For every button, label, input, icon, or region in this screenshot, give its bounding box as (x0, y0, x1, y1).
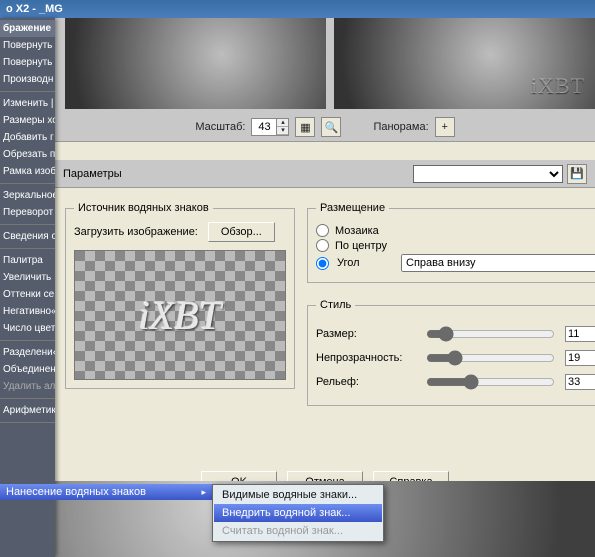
parameters-bar: Параметры 💾 (55, 160, 595, 188)
source-fieldset: Источник водяных знаков Загрузить изобра… (65, 202, 295, 389)
menu-item[interactable]: Негативно« (0, 303, 55, 320)
source-legend: Источник водяных знаков (74, 202, 213, 214)
preset-select[interactable] (413, 165, 563, 183)
submenu-read-watermark: Считать водяной знак... (214, 522, 382, 540)
preview-before (65, 18, 326, 109)
menu-item[interactable]: Переворот (0, 204, 55, 221)
menu-separator (0, 422, 55, 423)
watermark-preview: iXBT (74, 250, 286, 380)
relief-label: Рельеф: (316, 376, 416, 388)
scale-label: Масштаб: (195, 121, 245, 133)
preview-watermark-text: iXBT (531, 73, 585, 99)
watermark-preview-text: iXBT (139, 292, 221, 339)
title-bar: o X2 - _MG (0, 0, 595, 18)
menu-separator (0, 224, 55, 225)
menu-item-disabled: Удалить ал (0, 378, 55, 395)
relief-slider[interactable] (426, 374, 555, 390)
parameters-label: Параметры (63, 168, 122, 180)
scale-input[interactable] (252, 119, 276, 135)
placement-legend: Размещение (316, 202, 389, 214)
image-menu: бражение Повернуть Повернуть Производн И… (0, 18, 55, 557)
scale-step-buttons[interactable]: ▴▾ (276, 119, 288, 135)
save-icon[interactable]: 💾 (567, 164, 587, 184)
menu-item[interactable]: Зеркальное (0, 187, 55, 204)
scale-spinner[interactable]: ▴▾ (251, 118, 289, 136)
load-label: Загрузить изображение: (74, 226, 198, 238)
menu-item[interactable]: Размеры хо (0, 112, 55, 129)
size-slider[interactable] (426, 326, 555, 342)
opacity-label: Непрозрачность: (316, 352, 416, 364)
opacity-slider[interactable] (426, 350, 555, 366)
placement-corner-label: Угол (337, 257, 393, 269)
placement-mosaic-radio[interactable] (316, 224, 329, 237)
style-legend: Стиль (316, 299, 355, 311)
placement-center-radio[interactable] (316, 239, 329, 252)
panorama-label: Панорама: (373, 121, 428, 133)
title-text: o X2 - _MG (6, 3, 63, 15)
menu-item[interactable]: Увеличить (0, 269, 55, 286)
menu-item-watermarks[interactable]: Нанесение водяных знаков (0, 484, 212, 500)
placement-corner-radio[interactable] (316, 257, 329, 270)
submenu-embed-watermark[interactable]: Внедрить водяной знак... (214, 504, 382, 522)
zoom-toolbar: Масштаб: ▴▾ ▦ 🔍 Панорама: + (55, 117, 595, 137)
menu-item[interactable]: Добавить г (0, 129, 55, 146)
menu-item[interactable]: Оттенки се (0, 286, 55, 303)
corner-select[interactable]: Справа внизу (401, 254, 595, 272)
menu-separator (0, 91, 55, 92)
menu-separator (0, 398, 55, 399)
menu-item[interactable]: Изменить | (0, 95, 55, 112)
zoom-icon[interactable]: 🔍 (321, 117, 341, 137)
placement-fieldset: Размещение Мозаика По центру Угол Справа… (307, 202, 595, 283)
menu-separator (0, 248, 55, 249)
menu-item-arithmetic[interactable]: Арифметик (0, 402, 55, 419)
menu-item[interactable]: Повернуть (0, 37, 55, 54)
menu-item[interactable]: Сведения о (0, 228, 55, 245)
size-label: Размер: (316, 328, 416, 340)
image-menu-header: бражение (0, 20, 55, 37)
preview-after: iXBT (334, 18, 595, 109)
placement-mosaic-label: Мозаика (335, 225, 379, 237)
menu-separator (0, 183, 55, 184)
panorama-add-button[interactable]: + (435, 117, 455, 137)
menu-item[interactable]: Обрезать п (0, 146, 55, 163)
menu-item[interactable]: Рамка изоб (0, 163, 55, 180)
menu-item[interactable]: Повернуть (0, 54, 55, 71)
menu-item[interactable]: Разделени« (0, 344, 55, 361)
preview-area: iXBT Масштаб: ▴▾ ▦ 🔍 Панорама: + (55, 18, 595, 142)
opacity-value[interactable] (565, 350, 595, 366)
style-fieldset: Стиль Размер: ▴▾ Непрозрачность: ▴▾ Рель… (307, 299, 595, 406)
relief-value[interactable] (565, 374, 595, 390)
menu-item[interactable]: Объединен (0, 361, 55, 378)
grid-icon[interactable]: ▦ (295, 117, 315, 137)
size-value[interactable] (565, 326, 595, 342)
menu-item[interactable]: Производн (0, 71, 55, 88)
menu-item[interactable]: Палитра (0, 252, 55, 269)
submenu-visible-watermarks[interactable]: Видимые водяные знаки... (214, 486, 382, 504)
menu-separator (0, 340, 55, 341)
menu-item[interactable]: Число цвет (0, 320, 55, 337)
watermarks-submenu: Видимые водяные знаки... Внедрить водяно… (212, 484, 384, 542)
browse-button[interactable]: Обзор... (208, 222, 275, 242)
menu-item-label: Нанесение водяных знаков (6, 486, 146, 498)
placement-center-label: По центру (335, 240, 387, 252)
